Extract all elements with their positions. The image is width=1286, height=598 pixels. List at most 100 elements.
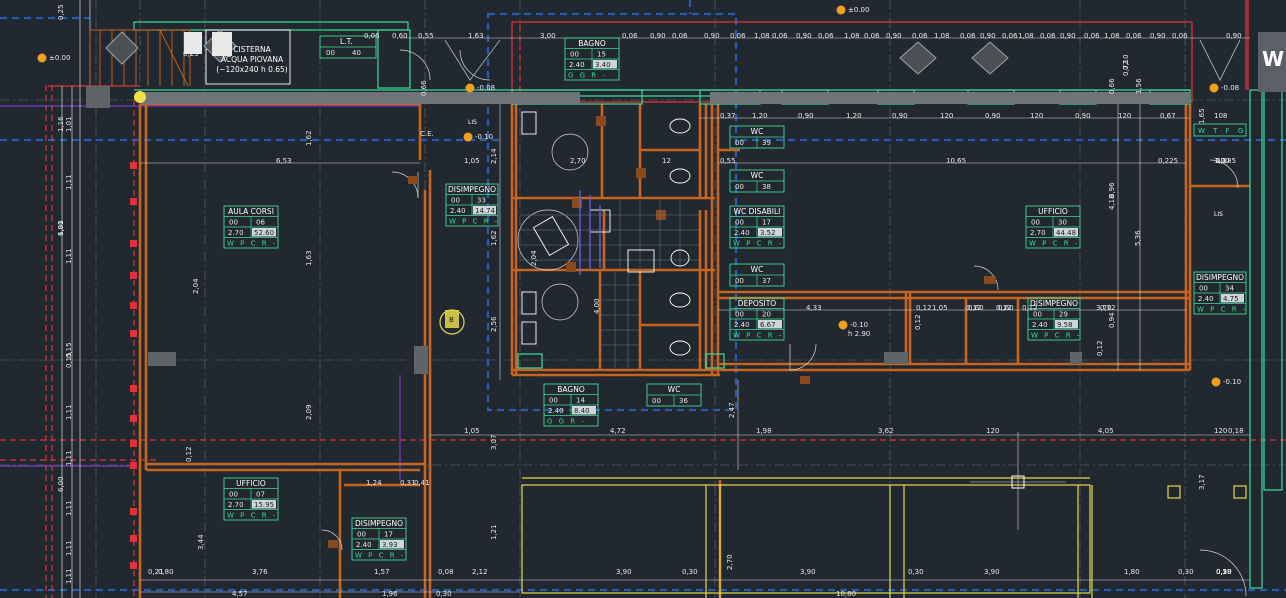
dimension-label: 2,12 [472,568,488,576]
dimension-label: 0,30 [682,568,698,576]
room-number: 39 [762,139,771,147]
dimension-label: 0,90 [985,112,1001,120]
room-floor-code: 00 [549,397,558,405]
room-height: 2.40 [356,541,372,549]
dimension-label: 3,00 [540,32,556,40]
dimension-label: 1,24 [366,479,382,487]
dimension-label: 1,57 [374,568,390,576]
room-tag-deposito: DEPOSITO 00 20 2.40 6.67 W P C R - [729,297,785,341]
dimension-label: 1,11 [65,404,73,420]
dimension-label: 120 [1118,112,1131,120]
lis-label-1: LIS [468,119,477,126]
room-area: 8.40 [574,407,590,415]
dimension-label: 0,15 [65,352,73,368]
level-marker-top: ±0.00 [836,5,869,15]
room-area: 3.52 [760,229,776,237]
room-finish-codes: W P C R - [449,218,499,226]
room-floor-code: 00 [451,197,460,205]
dimension-label: 0,66 [1108,78,1116,94]
dimension-label: 1,08 [934,32,950,40]
room-floor-code: 00 [735,183,744,191]
room-name: WC [668,385,681,394]
dimension-label: 6,00 [57,220,65,236]
dimension-label: 2,47 [728,402,736,418]
dimension-label: 1,11 [65,450,73,466]
room-number: 37 [762,277,771,285]
room-name: DISIMPEGNO [448,185,496,194]
cad-drawing-canvas[interactable]: L.T. 00 40 CISTERNA ACQUA PIOVANA (~120x… [0,0,1286,598]
dimension-label: 0,30 [436,590,452,598]
svg-text:-0.08: -0.08 [477,84,495,92]
dimension-label: 0,94 [1108,312,1116,328]
dimension-label: 0,06 [364,32,380,40]
dimension-label: 4,72 [610,427,626,435]
room-name: AULA CORSI [228,207,274,216]
dimension-label: 0,41 [414,479,430,487]
room-area: 6.67 [760,321,776,329]
room-floor-code: 00 [735,219,744,227]
room-name: WC [751,265,764,274]
dimension-label: 10,80 [836,590,856,598]
dimension-label: 0,90 [886,32,902,40]
dimension-label: 0,06 [672,32,688,40]
dimension-label: 1,11 [65,248,73,264]
lt-value-a: 00 [326,49,335,57]
dimension-label: 0,06 [1172,32,1188,40]
dimension-label: 120 [986,427,999,435]
dimension-label: 108 [1214,112,1227,120]
dimension-label: 0,225 [1158,157,1178,165]
room-height: 2.40 [1032,321,1048,329]
dimension-label: 0,06 [622,32,638,40]
room-area: 44.48 [1056,229,1076,237]
room-number: 06 [256,219,265,227]
svg-text:±0.00: ±0.00 [848,6,869,14]
dimension-label: 0,90 [980,32,996,40]
dimension-label: 1,08 [1018,32,1034,40]
room-height: 2.40 [450,207,466,215]
dimension-label: 3,90 [616,568,632,576]
level-marker-entry2: -0.08 [1209,83,1239,93]
dimension-label: 0,06 [1084,32,1100,40]
dimension-label: 0,90 [1060,32,1076,40]
dimension-label: 1,05 [464,157,480,165]
dimension-label: 3,07 [490,434,498,450]
room-number: 36 [679,397,688,405]
dimension-label: 1,05 [464,427,480,435]
dimension-label: 0,12 [185,446,193,462]
dimension-label: 2,14 [490,148,498,164]
cistern-dim-2: 1,25 [212,44,228,52]
svg-text:h 2.90: h 2.90 [848,330,870,338]
dimension-label: 0,06 [960,32,976,40]
room-name: DISIMPEGNO [355,519,403,528]
room-finish-codes: W P C R - [227,240,277,248]
dimension-label: 4,05 [1098,427,1114,435]
room-number: 17 [762,219,771,227]
section-marker-label: B [449,316,454,324]
dimension-label: 0,55 [720,157,736,165]
dimension-label: 4,33 [806,304,822,312]
room-area: 15.95 [254,501,274,509]
dimension-label: 3,17 [1198,474,1206,490]
room-finish-codes: W P C R - [1029,240,1079,248]
dimension-label: 0,12 [1022,304,1038,312]
dimension-label: 2,09 [305,404,313,420]
dimension-label: 1,63 [305,250,313,266]
room-name: WC [751,171,764,180]
room-finish-codes: W P C R - [355,552,405,560]
dimension-label: 0,12 [1096,340,1104,356]
dimension-label: 0,90 [1075,112,1091,120]
room-tag-wc-disabili: WC DISABILI 00 17 2.40 3.52 W P C R - [729,205,785,249]
dimension-label: 6,00 [57,476,65,492]
room-tag-disimpegno1: DISIMPEGNO 00 33 2.40 14.74 W P C R - [445,183,499,227]
cistern-note-line1: CISTERNA [233,45,271,54]
dimension-label: 0,06 [1002,32,1018,40]
room-tag-disimpegno4: DISIMPEGNO 00 17 2.40 3.93 W P C R - [351,517,407,561]
room-name: BAGNO [578,39,606,48]
room-area: 4.75 [1223,295,1239,303]
room-tag-disimpegno2: DISIMPEGNO 00 34 2.40 4.75 W P C R - [1193,271,1247,315]
room-floor-code: 00 [229,219,238,227]
dimension-label: 120 [940,112,953,120]
dimension-label: 1,08 [844,32,860,40]
dimension-label: 3,90 [800,568,816,576]
room-number: 29 [1059,311,1068,319]
